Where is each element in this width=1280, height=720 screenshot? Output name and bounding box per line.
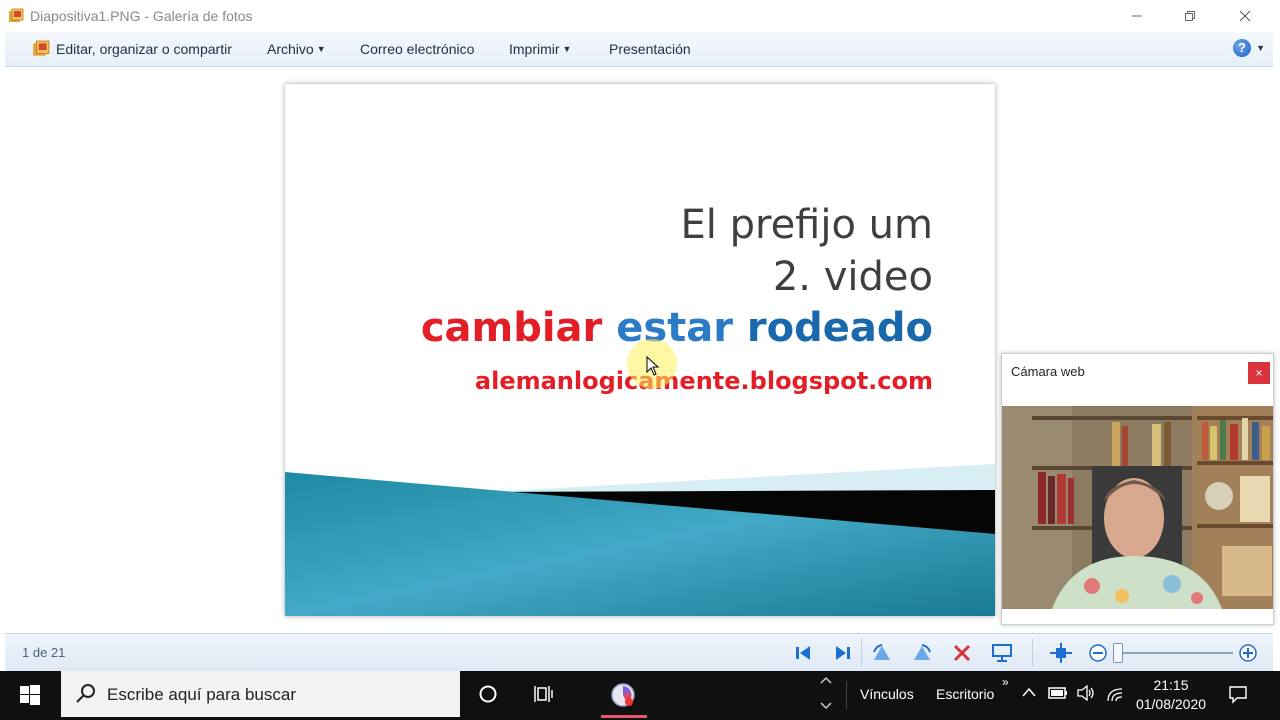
taskbar-clock[interactable]: 21:15 01/08/2020 (1128, 676, 1214, 714)
help-icon[interactable]: ? (1233, 39, 1251, 57)
chevron-down-icon: ▼ (316, 44, 326, 54)
mouse-cursor-icon (646, 356, 660, 376)
chevron-down-icon[interactable]: ▼ (1256, 43, 1265, 53)
slideshow-button[interactable]: Presentación (609, 41, 691, 57)
notifications-icon[interactable] (1228, 684, 1248, 704)
search-placeholder: Escribe aquí para buscar (107, 685, 296, 704)
play-slideshow-icon[interactable] (990, 642, 1014, 664)
chevron-down-icon[interactable] (820, 701, 832, 711)
active-app-indicator (601, 715, 647, 718)
desktop-toolbar[interactable]: Escritorio (936, 686, 994, 702)
restore-button[interactable] (1167, 0, 1213, 32)
divider (846, 681, 847, 709)
print-menu-label: Imprimir (509, 41, 560, 57)
zoom-out-icon[interactable] (1086, 642, 1110, 664)
print-menu[interactable]: Imprimir ▼ (509, 41, 571, 57)
delete-icon[interactable] (950, 642, 974, 664)
close-icon: × (1255, 366, 1263, 380)
double-chevron-icon[interactable]: » (1002, 675, 1009, 689)
chevron-up-icon[interactable] (820, 675, 832, 685)
chevron-down-icon: ▼ (562, 44, 572, 54)
webcam-panel[interactable]: Cámara web × (1001, 353, 1274, 625)
webcam-title: Cámara web (1011, 364, 1085, 379)
window-title: Diapositiva1.PNG - Galería de fotos (30, 8, 253, 24)
search-icon (76, 684, 95, 703)
clock-date: 01/08/2020 (1135, 696, 1207, 712)
zoom-slider-thumb[interactable] (1113, 643, 1123, 663)
links-toolbar[interactable]: Vínculos (860, 686, 914, 702)
viewer-control-bar: 1 de 21 (5, 633, 1273, 672)
slide-word-estar: estar (616, 305, 733, 351)
webcam-video (1002, 406, 1273, 609)
image-counter: 1 de 21 (22, 645, 66, 660)
cortana-icon[interactable] (478, 684, 498, 704)
taskbar: Escribe aquí para buscar Vínculos Escrit… (0, 671, 1280, 720)
close-icon (1239, 10, 1251, 22)
clock-time: 21:15 (1153, 677, 1189, 693)
slide-decorative-band (285, 464, 995, 616)
zoom-slider-track[interactable] (1115, 652, 1233, 654)
title-bar: Diapositiva1.PNG - Galería de fotos (0, 0, 1280, 32)
screen-recorder-app-icon[interactable] (610, 682, 636, 708)
rotate-left-icon[interactable] (870, 642, 894, 664)
minimize-icon (1132, 15, 1142, 17)
restore-icon (1185, 11, 1195, 21)
command-bar: Editar, organizar o compartir Archivo ▼ C… (5, 32, 1273, 67)
photo-gallery-icon (9, 8, 24, 22)
photo-gallery-icon (33, 40, 50, 56)
divider (861, 639, 862, 667)
divider (1032, 639, 1033, 667)
slide-subtitle: 2. video (772, 254, 933, 300)
slide-word-cambiar: cambiar (420, 305, 603, 351)
slide-word-rodeado: rodeado (746, 305, 933, 351)
previous-icon[interactable] (791, 642, 815, 664)
chevron-up-icon[interactable] (1022, 687, 1036, 697)
file-menu-label: Archivo (267, 41, 314, 57)
volume-icon[interactable] (1076, 685, 1096, 701)
rotate-right-icon[interactable] (910, 642, 934, 664)
edit-organize-share-button[interactable]: Editar, organizar o compartir (56, 41, 232, 57)
next-icon[interactable] (831, 642, 855, 664)
windows-start-icon[interactable] (20, 685, 40, 705)
minimize-button[interactable] (1114, 0, 1160, 32)
slide-heading: cambiar estar rodeado (421, 305, 933, 351)
actual-size-icon[interactable] (1049, 642, 1073, 664)
email-button[interactable]: Correo electrónico (360, 41, 474, 57)
toolbar-scroll-arrows[interactable] (815, 671, 837, 717)
webcam-close-button[interactable]: × (1248, 362, 1270, 384)
task-view-icon[interactable] (533, 684, 555, 704)
slide-title: El prefijo um (680, 202, 933, 248)
slide-url: alemanlogicamente.blogspot.com (474, 367, 933, 395)
zoom-in-icon[interactable] (1236, 642, 1260, 664)
taskbar-search-box[interactable]: Escribe aquí para buscar (61, 671, 460, 717)
wifi-icon[interactable] (1106, 685, 1124, 703)
close-window-button[interactable] (1222, 0, 1268, 32)
battery-icon[interactable] (1048, 686, 1068, 700)
file-menu[interactable]: Archivo ▼ (267, 41, 326, 57)
